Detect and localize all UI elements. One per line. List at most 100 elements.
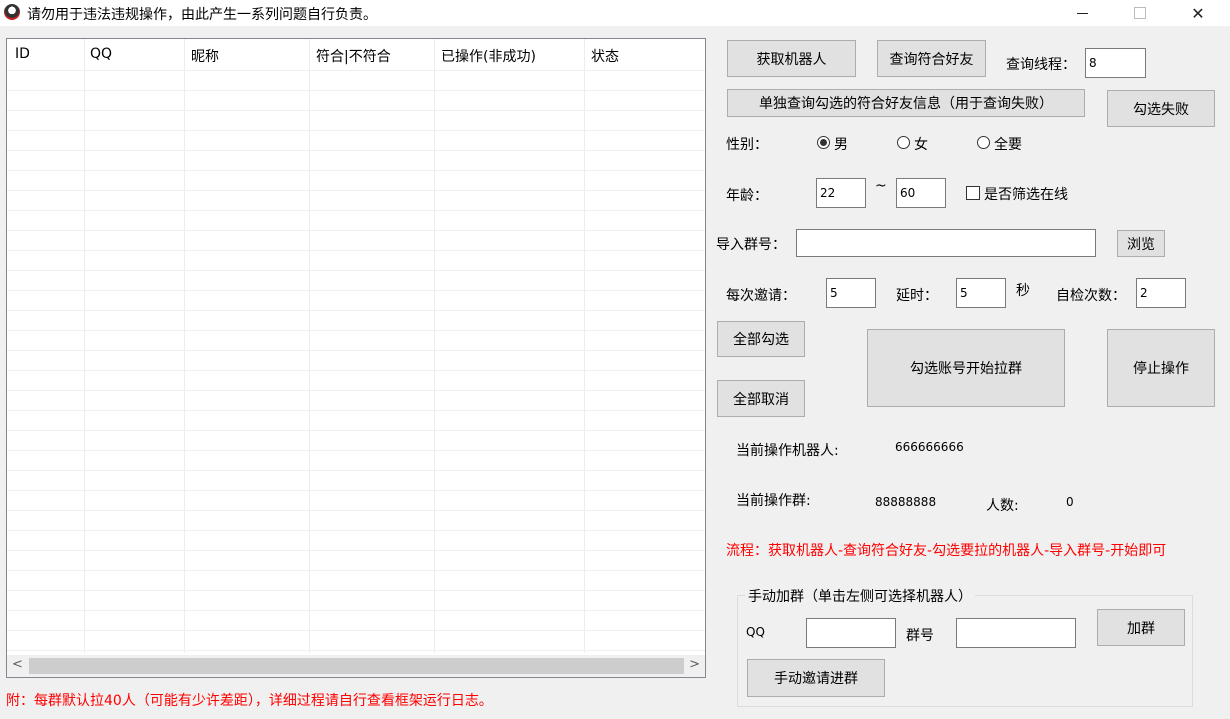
selfcheck-label: 自检次数： (1056, 288, 1126, 304)
account-table[interactable]: ID QQ 昵称 符合|不符合 已操作(非成功) 状态 < > (6, 38, 706, 678)
column-header-nickname[interactable]: 昵称 (191, 46, 219, 66)
age-min-input[interactable]: 22 (816, 178, 866, 208)
scrollbar-thumb[interactable] (29, 658, 684, 674)
column-header-operated[interactable]: 已操作(非成功) (441, 46, 536, 66)
gender-male-label[interactable]: 男 (834, 134, 848, 154)
age-label: 年龄： (726, 188, 768, 204)
row-divider (7, 210, 705, 211)
row-divider (7, 490, 705, 491)
column-divider (309, 39, 310, 653)
row-divider (7, 90, 705, 91)
online-filter-label[interactable]: 是否筛选在线 (984, 184, 1068, 204)
invite-input[interactable]: 5 (826, 278, 876, 308)
row-divider (7, 370, 705, 371)
gender-male-radio[interactable] (817, 136, 830, 149)
footer-note: 附：每群默认拉40人（可能有少许差距），详细过程请自行查看框架运行日志。 (6, 693, 493, 709)
current-robot-label: 当前操作机器人: (736, 443, 839, 459)
row-divider (7, 250, 705, 251)
threads-input[interactable]: 8 (1085, 48, 1146, 78)
gender-all-radio[interactable] (977, 136, 990, 149)
delay-unit-label: 秒 (1016, 283, 1030, 299)
manual-qq-input[interactable] (806, 618, 896, 648)
select-all-button[interactable]: 全部勾选 (717, 321, 805, 357)
manual-add-title: 手动加群（单击左侧可选择机器人） (745, 586, 975, 606)
gender-female-radio[interactable] (897, 136, 910, 149)
maximize-icon (1134, 7, 1146, 19)
member-count-label: 人数: (986, 498, 1019, 514)
row-divider (7, 190, 705, 191)
browse-button[interactable]: 浏览 (1117, 230, 1165, 257)
query-friends-button[interactable]: 查询符合好友 (877, 40, 986, 77)
gender-label: 性别： (726, 137, 768, 153)
manual-group-label: 群号 (906, 628, 934, 644)
start-pull-button[interactable]: 勾选账号开始拉群 (867, 329, 1065, 407)
minimize-icon (1076, 12, 1088, 14)
row-divider (7, 270, 705, 271)
threads-label: 查询线程： (1006, 57, 1076, 73)
current-robot-value: 666666666 (895, 440, 964, 454)
row-divider (7, 390, 705, 391)
horizontal-scrollbar[interactable]: < > (7, 655, 705, 677)
column-divider (84, 39, 85, 653)
row-divider (7, 550, 705, 551)
age-max-input[interactable]: 60 (896, 178, 946, 208)
row-divider (7, 630, 705, 631)
online-filter-checkbox[interactable] (966, 186, 980, 200)
column-divider (584, 39, 585, 653)
row-divider (7, 470, 705, 471)
row-divider (7, 70, 705, 71)
row-divider (7, 130, 705, 131)
row-divider (7, 530, 705, 531)
selfcheck-input[interactable]: 2 (1136, 278, 1186, 308)
cancel-all-button[interactable]: 全部取消 (717, 380, 805, 417)
row-divider (7, 510, 705, 511)
manual-invite-button[interactable]: 手动邀请进群 (747, 659, 885, 697)
maximize-button[interactable] (1117, 0, 1163, 26)
column-header-id[interactable]: ID (15, 46, 30, 62)
flow-instructions: 流程：获取机器人-查询符合好友-勾选要拉的机器人-导入群号-开始即可 (726, 543, 1167, 559)
row-divider (7, 610, 705, 611)
row-divider (7, 570, 705, 571)
scroll-right-icon[interactable]: > (689, 657, 700, 672)
row-divider (7, 350, 705, 351)
column-divider (184, 39, 185, 653)
row-divider (7, 430, 705, 431)
column-divider (434, 39, 435, 653)
row-divider (7, 110, 705, 111)
get-robot-button[interactable]: 获取机器人 (727, 40, 856, 77)
close-button[interactable]: ✕ (1175, 0, 1221, 26)
add-group-button[interactable]: 加群 (1097, 609, 1185, 646)
manual-group-input[interactable] (956, 618, 1076, 648)
row-divider (7, 410, 705, 411)
stop-button[interactable]: 停止操作 (1107, 329, 1215, 407)
column-header-status[interactable]: 状态 (591, 46, 619, 66)
current-group-value: 88888888 (875, 495, 937, 509)
row-divider (7, 290, 705, 291)
scroll-left-icon[interactable]: < (12, 657, 23, 672)
import-group-label: 导入群号： (716, 237, 786, 253)
current-group-label: 当前操作群: (736, 493, 811, 509)
row-divider (7, 650, 705, 651)
delay-input[interactable]: 5 (956, 278, 1006, 308)
row-divider (7, 230, 705, 231)
app-icon (4, 4, 20, 20)
manual-qq-label: QQ (746, 625, 765, 639)
age-separator: ~ (875, 178, 887, 194)
column-header-match[interactable]: 符合|不符合 (316, 46, 391, 66)
close-icon: ✕ (1191, 3, 1205, 23)
member-count-value: 0 (1066, 495, 1074, 509)
single-query-button[interactable]: 单独查询勾选的符合好友信息（用于查询失败） (727, 89, 1085, 117)
import-group-input[interactable] (796, 229, 1096, 257)
row-divider (7, 310, 705, 311)
row-divider (7, 330, 705, 331)
row-divider (7, 590, 705, 591)
check-failed-button[interactable]: 勾选失败 (1107, 90, 1215, 127)
invite-label: 每次邀请： (726, 288, 796, 304)
row-divider (7, 150, 705, 151)
column-header-qq[interactable]: QQ (90, 46, 112, 62)
gender-all-label[interactable]: 全要 (994, 134, 1022, 154)
minimize-button[interactable] (1059, 0, 1105, 26)
window-title: 请勿用于违法违规操作，由此产生一系列问题自行负责。 (27, 7, 377, 23)
gender-female-label[interactable]: 女 (914, 134, 928, 154)
row-divider (7, 450, 705, 451)
